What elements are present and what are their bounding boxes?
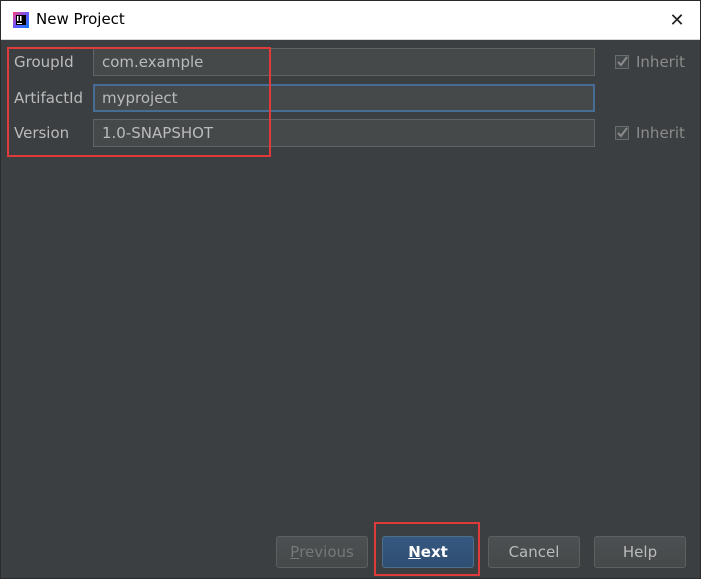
- intellij-idea-icon: [13, 12, 29, 28]
- version-inherit-label: Inherit: [636, 124, 685, 142]
- groupid-inherit-checkbox[interactable]: Inherit: [615, 53, 685, 71]
- next-button[interactable]: Next: [382, 536, 474, 568]
- help-button[interactable]: Help: [594, 536, 686, 568]
- next-mnemonic: N: [408, 543, 421, 561]
- new-project-dialog: New Project ✕ GroupId Inherit ArtifactId…: [0, 0, 701, 579]
- close-button[interactable]: ✕: [654, 1, 700, 39]
- artifactid-label: ArtifactId: [14, 89, 84, 107]
- title-bar: New Project ✕: [1, 1, 700, 40]
- groupid-label: GroupId: [14, 53, 74, 71]
- groupid-row: GroupId Inherit: [1, 48, 700, 78]
- checkbox-checked-icon: [615, 55, 629, 69]
- next-label: ext: [420, 543, 448, 561]
- previous-button[interactable]: Previous: [276, 536, 368, 568]
- close-icon: ✕: [669, 9, 685, 31]
- groupid-inherit-label: Inherit: [636, 53, 685, 71]
- cancel-label: Cancel: [508, 543, 560, 561]
- previous-mnemonic: P: [290, 543, 300, 561]
- previous-label: revious: [299, 543, 354, 561]
- version-field[interactable]: [93, 119, 595, 147]
- window-title: New Project: [36, 10, 125, 28]
- artifactid-row: ArtifactId: [1, 84, 700, 114]
- cancel-button[interactable]: Cancel: [488, 536, 580, 568]
- artifactid-field[interactable]: [93, 84, 595, 112]
- version-row: Version Inherit: [1, 119, 700, 149]
- checkbox-checked-icon: [615, 126, 629, 140]
- help-label: Help: [622, 543, 658, 561]
- version-label: Version: [14, 124, 70, 142]
- groupid-field[interactable]: [93, 48, 595, 76]
- version-inherit-checkbox[interactable]: Inherit: [615, 124, 685, 142]
